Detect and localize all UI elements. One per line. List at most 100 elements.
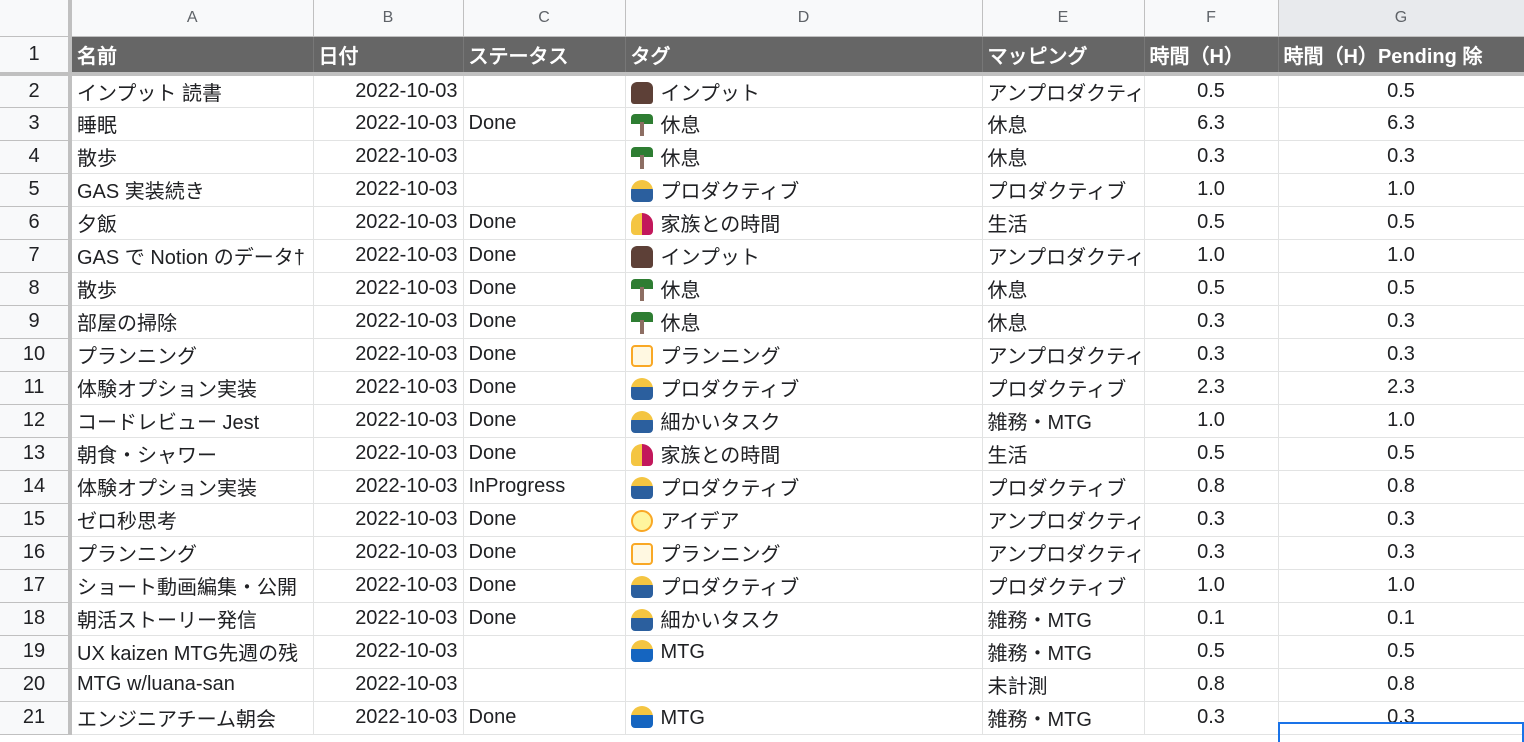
cell-tag[interactable]: 細かいタスク <box>625 404 983 438</box>
cell-status[interactable]: Done <box>463 503 626 537</box>
cell-name[interactable]: 体験オプション実装 <box>70 470 314 504</box>
cell-status[interactable]: Done <box>463 206 626 240</box>
cell-date[interactable]: 2022-10-03 <box>313 602 464 636</box>
cell-hours[interactable]: 2.3 <box>1144 371 1279 405</box>
cell-tag[interactable]: 休息 <box>625 107 983 141</box>
cell-tag[interactable]: 家族との時間 <box>625 437 983 471</box>
header-mapping[interactable]: マッピング <box>982 36 1145 76</box>
cell-status[interactable]: InProgress <box>463 470 626 504</box>
cell-mapping[interactable]: アンプロダクティブ <box>982 74 1145 108</box>
select-all-corner[interactable] <box>0 0 72 37</box>
cell-tag[interactable]: インプット <box>625 239 983 273</box>
cell-date[interactable]: 2022-10-03 <box>313 668 464 702</box>
header-status[interactable]: ステータス <box>463 36 626 76</box>
cell-name[interactable]: プランニング <box>70 338 314 372</box>
cell-status[interactable]: Done <box>463 338 626 372</box>
cell-hours-excl-pending[interactable]: 0.5 <box>1278 437 1524 471</box>
cell-status[interactable]: Done <box>463 305 626 339</box>
cell-date[interactable]: 2022-10-03 <box>313 107 464 141</box>
cell-date[interactable]: 2022-10-03 <box>313 140 464 174</box>
cell-mapping[interactable]: アンプロダクティブ <box>982 503 1145 537</box>
cell-hours-excl-pending[interactable]: 0.5 <box>1278 74 1524 108</box>
cell-hours-excl-pending[interactable]: 0.3 <box>1278 338 1524 372</box>
cell-hours[interactable]: 0.1 <box>1144 602 1279 636</box>
cell-mapping[interactable]: 休息 <box>982 140 1145 174</box>
cell-hours-excl-pending[interactable]: 0.5 <box>1278 635 1524 669</box>
row-number[interactable]: 15 <box>0 503 72 537</box>
cell-mapping[interactable]: 生活 <box>982 437 1145 471</box>
row-number[interactable]: 10 <box>0 338 72 372</box>
column-header-a[interactable]: A <box>70 0 314 37</box>
cell-hours[interactable]: 0.3 <box>1144 338 1279 372</box>
cell-tag[interactable]: プランニング <box>625 536 983 570</box>
cell-status[interactable]: Done <box>463 536 626 570</box>
cell-hours-excl-pending[interactable]: 0.8 <box>1278 470 1524 504</box>
cell-hours-excl-pending[interactable]: 0.5 <box>1278 272 1524 306</box>
cell-date[interactable]: 2022-10-03 <box>313 371 464 405</box>
cell-tag[interactable]: プロダクティブ <box>625 569 983 603</box>
cell-hours[interactable]: 1.0 <box>1144 239 1279 273</box>
cell-hours[interactable]: 1.0 <box>1144 404 1279 438</box>
cell-hours[interactable]: 0.5 <box>1144 74 1279 108</box>
cell-hours-excl-pending[interactable]: 0.3 <box>1278 536 1524 570</box>
cell-date[interactable]: 2022-10-03 <box>313 272 464 306</box>
cell-name[interactable]: 朝食・シャワー <box>70 437 314 471</box>
cell-hours-excl-pending[interactable]: 0.3 <box>1278 503 1524 537</box>
cell-tag[interactable] <box>625 668 983 702</box>
cell-tag[interactable]: MTG <box>625 701 983 735</box>
cell-hours-excl-pending[interactable]: 1.0 <box>1278 173 1524 207</box>
cell-mapping[interactable]: 休息 <box>982 272 1145 306</box>
cell-date[interactable]: 2022-10-03 <box>313 503 464 537</box>
cell-hours[interactable]: 0.3 <box>1144 503 1279 537</box>
cell-status[interactable]: Done <box>463 272 626 306</box>
cell-hours-excl-pending[interactable]: 0.3 <box>1278 140 1524 174</box>
row-number[interactable]: 8 <box>0 272 72 306</box>
row-number[interactable]: 9 <box>0 305 72 339</box>
cell-name[interactable]: 部屋の掃除 <box>70 305 314 339</box>
cell-status[interactable] <box>463 635 626 669</box>
cell-name[interactable]: GAS で Notion のデータ† <box>70 239 314 273</box>
cell-date[interactable]: 2022-10-03 <box>313 569 464 603</box>
cell-mapping[interactable]: 休息 <box>982 305 1145 339</box>
cell-date[interactable]: 2022-10-03 <box>313 305 464 339</box>
row-number[interactable]: 19 <box>0 635 72 669</box>
cell-status[interactable]: Done <box>463 602 626 636</box>
cell-hours-excl-pending[interactable]: 0.3 <box>1278 305 1524 339</box>
cell-name[interactable]: インプット 読書 <box>70 74 314 108</box>
cell-name[interactable]: 睡眠 <box>70 107 314 141</box>
cell-status[interactable] <box>463 74 626 108</box>
column-header-d[interactable]: D <box>625 0 983 37</box>
cell-tag[interactable]: プランニング <box>625 338 983 372</box>
cell-status[interactable]: Done <box>463 371 626 405</box>
cell-mapping[interactable]: プロダクティブ <box>982 371 1145 405</box>
cell-hours[interactable]: 0.5 <box>1144 272 1279 306</box>
cell-hours-excl-pending[interactable]: 2.3 <box>1278 371 1524 405</box>
cell-status[interactable]: Done <box>463 239 626 273</box>
cell-status[interactable]: Done <box>463 437 626 471</box>
cell-tag[interactable]: インプット <box>625 74 983 108</box>
header-hours-excl-pending[interactable]: 時間（H）Pending 除 <box>1278 36 1524 76</box>
cell-status[interactable]: Done <box>463 701 626 735</box>
cell-mapping[interactable]: アンプロダクティブ <box>982 338 1145 372</box>
column-header-e[interactable]: E <box>982 0 1145 37</box>
cell-hours-excl-pending[interactable]: 0.5 <box>1278 206 1524 240</box>
cell-mapping[interactable]: プロダクティブ <box>982 470 1145 504</box>
cell-date[interactable]: 2022-10-03 <box>313 437 464 471</box>
cell-hours-excl-pending[interactable]: 6.3 <box>1278 107 1524 141</box>
cell-hours[interactable]: 0.3 <box>1144 305 1279 339</box>
row-number[interactable]: 16 <box>0 536 72 570</box>
cell-hours-excl-pending[interactable]: 0.1 <box>1278 602 1524 636</box>
row-number[interactable]: 17 <box>0 569 72 603</box>
row-number[interactable]: 2 <box>0 74 72 108</box>
cell-mapping[interactable]: 雑務・MTG <box>982 404 1145 438</box>
header-date[interactable]: 日付 <box>313 36 464 76</box>
cell-hours-excl-pending[interactable]: 1.0 <box>1278 404 1524 438</box>
cell-tag[interactable]: 休息 <box>625 305 983 339</box>
cell-mapping[interactable]: プロダクティブ <box>982 569 1145 603</box>
cell-hours[interactable]: 1.0 <box>1144 173 1279 207</box>
cell-date[interactable]: 2022-10-03 <box>313 470 464 504</box>
cell-mapping[interactable]: 雑務・MTG <box>982 602 1145 636</box>
cell-name[interactable]: ゼロ秒思考 <box>70 503 314 537</box>
cell-name[interactable]: ショート動画編集・公開 <box>70 569 314 603</box>
cell-name[interactable]: 散歩 <box>70 140 314 174</box>
